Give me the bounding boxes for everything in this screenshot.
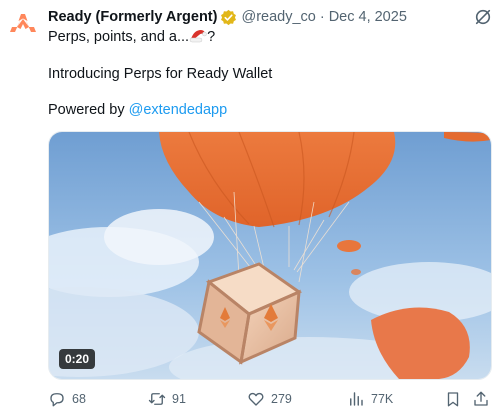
- santa-hat-icon: [189, 27, 207, 43]
- views-button[interactable]: 77K: [347, 388, 393, 410]
- tweet-text-line-3: Powered by @extendedapp: [48, 100, 227, 120]
- line1-suffix: ?: [207, 29, 216, 45]
- retweet-button[interactable]: 91: [148, 388, 186, 410]
- tweet-text-line-1: Perps, points, and a... ?: [48, 27, 215, 47]
- tweet-date[interactable]: Dec 4, 2025: [329, 7, 407, 27]
- bookmark-icon: [447, 392, 459, 407]
- line1-text: Perps, points, and a...: [48, 29, 190, 45]
- like-count: 279: [271, 392, 292, 406]
- video-player[interactable]: 0:20: [48, 131, 492, 380]
- reply-button[interactable]: 68: [48, 388, 86, 410]
- video-duration-badge: 0:20: [59, 349, 96, 369]
- bookmark-button[interactable]: [444, 388, 462, 410]
- header-separator: ·: [319, 9, 325, 25]
- author-name[interactable]: Ready (Formerly Argent): [48, 7, 217, 27]
- mention-link[interactable]: @extendedapp: [129, 102, 228, 118]
- like-button[interactable]: 279: [247, 388, 292, 410]
- heart-icon: [248, 392, 264, 406]
- reply-count: 68: [72, 392, 86, 406]
- author-handle[interactable]: @ready_co: [241, 7, 315, 27]
- verified-badge-icon[interactable]: [220, 9, 237, 26]
- tweet-actions: 68 91 279 77K: [48, 388, 494, 410]
- tweet[interactable]: Ready (Formerly Argent) @ready_co · Dec …: [0, 0, 500, 417]
- powered-by-label: Powered by: [48, 102, 129, 118]
- tweet-text-line-2: Introducing Perps for Ready Wallet: [48, 66, 273, 82]
- video-thumbnail: [49, 132, 491, 379]
- reply-icon: [50, 393, 64, 407]
- tweet-header: Ready (Formerly Argent) @ready_co · Dec …: [48, 7, 407, 27]
- views-chart-icon: [350, 392, 363, 406]
- ready-logo-icon[interactable]: [8, 10, 38, 40]
- retweet-icon: [148, 393, 166, 405]
- grok-icon[interactable]: [474, 8, 492, 26]
- views-count: 77K: [371, 392, 394, 406]
- share-button[interactable]: [472, 388, 490, 410]
- share-icon: [474, 391, 488, 406]
- retweet-count: 91: [172, 392, 186, 406]
